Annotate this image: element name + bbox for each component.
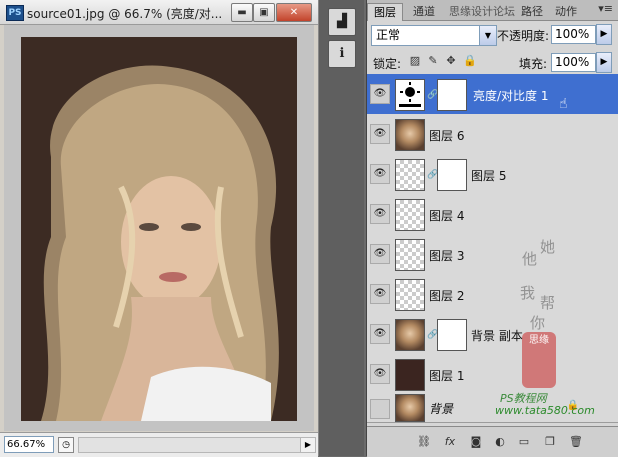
watermark-text: 帮 xyxy=(540,294,556,312)
scroll-right-icon[interactable]: ▶ xyxy=(300,438,315,452)
red-seal-stamp: 思缘 xyxy=(522,332,556,388)
panel-menu-icon[interactable]: ▾≡ xyxy=(598,2,613,15)
tab-paths[interactable]: 路径 xyxy=(515,3,549,20)
layer-style-icon[interactable]: fx xyxy=(443,435,457,449)
watermark-text: 他 xyxy=(522,250,538,268)
layer-mask-thumbnail[interactable] xyxy=(437,319,467,351)
eye-off-icon[interactable] xyxy=(370,399,390,419)
layer-mask-thumbnail[interactable] xyxy=(437,79,467,111)
layer-row[interactable]: 👁 图层 6 xyxy=(367,114,618,155)
eye-icon[interactable]: 👁 xyxy=(370,204,390,224)
photo-canvas[interactable] xyxy=(21,37,297,421)
layer-row[interactable]: 👁 🔗 亮度/对比度 1 ☝ xyxy=(367,74,618,115)
lock-transparent-icon[interactable]: ▨ xyxy=(409,55,421,67)
eye-icon[interactable]: 👁 xyxy=(370,84,390,104)
tab-actions[interactable]: 动作 xyxy=(549,3,583,20)
hand-cursor-icon: ☝ xyxy=(559,96,568,112)
eye-icon[interactable]: 👁 xyxy=(370,124,390,144)
layer-name: 背景 xyxy=(429,402,454,416)
status-info-icon[interactable]: ◷ xyxy=(58,437,74,453)
layer-name: 图层 6 xyxy=(429,129,465,143)
fill-field[interactable]: 100% xyxy=(551,53,596,72)
layer-thumbnail xyxy=(395,279,425,311)
document-title: source01.jpg @ 66.7% (亮度/对... xyxy=(27,7,223,21)
watermark-text: 你 xyxy=(530,314,546,332)
layer-thumbnail xyxy=(395,319,425,351)
info-icon[interactable]: ℹ xyxy=(328,40,356,68)
opacity-label: 不透明度: xyxy=(497,29,550,43)
document-titlebar[interactable]: PS source01.jpg @ 66.7% (亮度/对... ▬ ▣ ✕ xyxy=(0,0,318,25)
tab-channels[interactable]: 通道 xyxy=(407,3,441,20)
adjustment-layer-icon[interactable]: ◐ xyxy=(493,435,507,449)
opacity-arrow-icon[interactable]: ▶ xyxy=(596,24,612,45)
close-icon: ✕ xyxy=(289,7,299,18)
layer-name: 图层 5 xyxy=(471,169,507,183)
restore-icon: ▣ xyxy=(259,7,269,18)
eye-icon[interactable]: 👁 xyxy=(370,324,390,344)
lock-paint-icon[interactable]: ✎ xyxy=(427,55,439,67)
layer-thumbnail xyxy=(395,199,425,231)
lock-label: 锁定: xyxy=(373,57,402,71)
portrait-image xyxy=(21,37,297,421)
eye-icon[interactable]: 👁 xyxy=(370,164,390,184)
layer-thumbnail xyxy=(395,119,425,151)
new-layer-icon[interactable]: ❐ xyxy=(543,435,557,449)
layer-name: 图层 4 xyxy=(429,209,465,223)
layer-row[interactable]: 👁 图层 2 xyxy=(367,274,618,315)
layers-list: 👁 🔗 亮度/对比度 1 ☝ 👁 图层 6 👁 🔗 图层 5 👁 图层 4 👁 … xyxy=(367,74,618,423)
brightness-icon xyxy=(399,82,421,107)
histogram-icon[interactable]: ▟ xyxy=(328,8,356,36)
layer-row[interactable]: 👁 图层 3 xyxy=(367,234,618,275)
canvas-area[interactable] xyxy=(4,25,314,431)
layer-mask-thumbnail[interactable] xyxy=(437,159,467,191)
document-window: PS source01.jpg @ 66.7% (亮度/对... ▬ ▣ ✕ 6… xyxy=(0,0,319,457)
opacity-field[interactable]: 100% xyxy=(551,25,596,44)
add-mask-icon[interactable]: ◙ xyxy=(469,435,483,449)
layer-row[interactable]: 👁 图层 1 xyxy=(367,354,618,395)
tab-layers[interactable]: 图层 xyxy=(367,3,403,21)
fill-arrow-icon[interactable]: ▶ xyxy=(596,52,612,73)
photoshop-icon: PS xyxy=(6,5,24,21)
layer-row[interactable]: 👁 🔗 背景 副本 xyxy=(367,314,618,355)
panel-dock-strip: ▟ ℹ xyxy=(319,0,364,456)
fill-label: 填充: xyxy=(519,57,548,71)
watermark-site-url: www.tata580.com xyxy=(495,404,595,417)
layer-name: 亮度/对比度 1 xyxy=(473,89,549,103)
watermark-text: 我 xyxy=(520,284,536,302)
trash-icon[interactable]: 🗑 xyxy=(569,435,583,449)
watermark-text: 她 xyxy=(540,238,556,256)
close-button[interactable]: ✕ xyxy=(276,3,312,22)
lock-all-icon[interactable]: 🔒 xyxy=(463,55,477,67)
layer-name: 图层 1 xyxy=(429,369,465,383)
restore-button[interactable]: ▣ xyxy=(253,3,275,22)
link-layers-icon[interactable]: ⛓ xyxy=(417,435,431,449)
panel-tabs: 图层 通道 思缘设计论坛 路径 动作 ▾≡ xyxy=(367,0,618,21)
layer-thumbnail xyxy=(395,394,425,422)
eye-icon[interactable]: 👁 xyxy=(370,284,390,304)
layer-thumbnail xyxy=(395,359,425,391)
new-group-icon[interactable]: ▭ xyxy=(517,435,531,449)
chevron-down-icon[interactable]: ▼ xyxy=(479,26,496,45)
eye-icon[interactable]: 👁 xyxy=(370,244,390,264)
adjustment-thumbnail xyxy=(395,79,425,111)
horizontal-scrollbar[interactable]: ▶ xyxy=(78,437,316,453)
layer-thumbnail xyxy=(395,239,425,271)
layer-row[interactable]: 👁 🔗 图层 5 xyxy=(367,154,618,195)
panel-bottom-bar: ⛓ fx ◙ ◐ ▭ ❐ 🗑 xyxy=(367,426,618,457)
layer-name: 背景 副本 xyxy=(471,329,523,343)
blend-mode-value: 正常 xyxy=(376,28,401,42)
lock-move-icon[interactable]: ✥ xyxy=(445,55,457,67)
layer-name: 图层 2 xyxy=(429,289,465,303)
blend-mode-select[interactable]: 正常 ▼ xyxy=(371,25,497,46)
layer-row[interactable]: 👁 图层 4 xyxy=(367,194,618,235)
layer-name: 图层 3 xyxy=(429,249,465,263)
layers-panel: 图层 通道 思缘设计论坛 路径 动作 ▾≡ 正常 ▼ 不透明度: 100% ▶ … xyxy=(366,0,618,457)
layer-thumbnail xyxy=(395,159,425,191)
minimize-button[interactable]: ▬ xyxy=(231,3,253,22)
tab-forum-watermark[interactable]: 思缘设计论坛 xyxy=(443,3,521,20)
minimize-icon: ▬ xyxy=(237,7,247,18)
status-bar: 66.67% ◷ ▶ xyxy=(0,432,318,457)
eye-icon[interactable]: 👁 xyxy=(370,364,390,384)
zoom-field[interactable]: 66.67% xyxy=(4,436,54,453)
